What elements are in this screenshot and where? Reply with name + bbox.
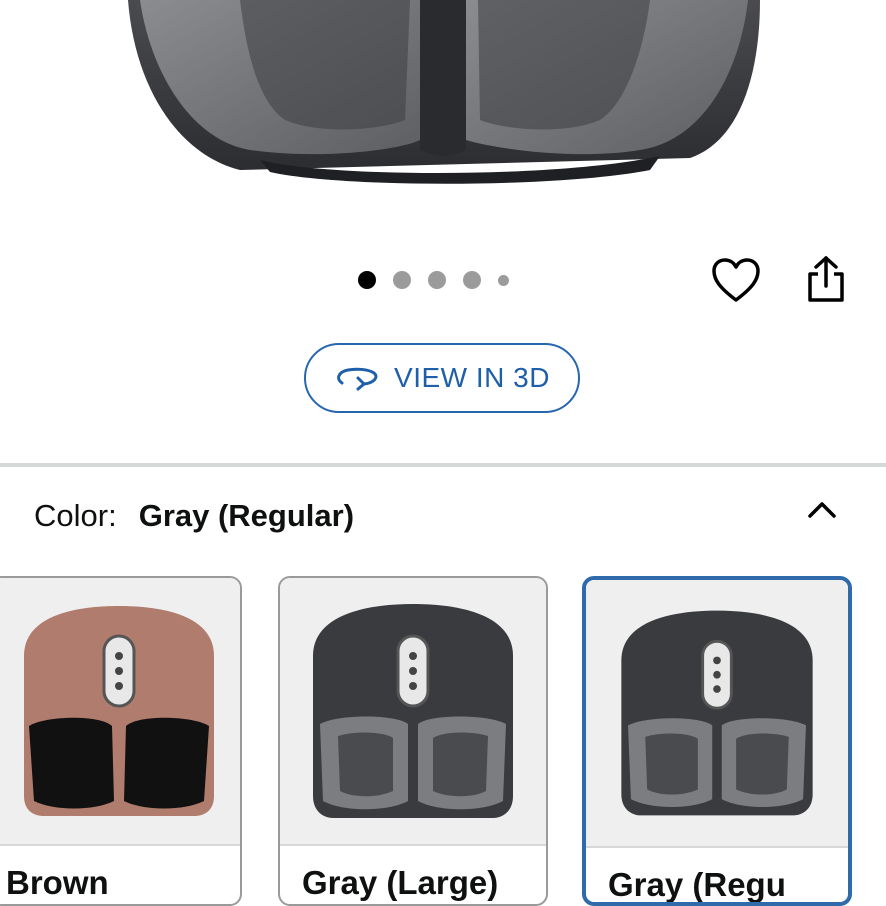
color-option-brown[interactable]: Brown xyxy=(0,576,242,906)
favorite-button[interactable] xyxy=(710,256,762,304)
color-option-image xyxy=(0,578,240,844)
collapse-color-button[interactable] xyxy=(804,494,840,526)
carousel-dot-2[interactable] xyxy=(393,271,411,289)
rotate-3d-icon xyxy=(337,367,378,391)
color-option-name: Gray (Regu xyxy=(608,866,786,903)
gray-regular-massager-image xyxy=(621,610,813,816)
image-carousel-dots[interactable] xyxy=(358,270,509,290)
carousel-dot-5[interactable] xyxy=(498,274,509,286)
view-in-3d-label: VIEW IN 3D xyxy=(394,362,550,393)
heart-icon xyxy=(712,258,760,302)
share-button[interactable] xyxy=(802,254,850,306)
color-selector-header: Color: Gray (Regular) xyxy=(34,498,354,534)
color-option-gray-large[interactable]: Gray (Large) xyxy=(278,576,548,906)
carousel-dot-4[interactable] xyxy=(463,271,481,289)
carousel-dot-1[interactable] xyxy=(358,271,376,289)
color-option-name: Gray (Large) xyxy=(302,864,499,901)
color-option-image xyxy=(586,580,848,846)
view-in-3d-button[interactable]: VIEW IN 3D xyxy=(304,343,580,413)
carousel-dot-3[interactable] xyxy=(428,271,446,289)
color-option-divider xyxy=(0,844,240,846)
color-option-divider xyxy=(586,846,848,848)
foot-massager-image xyxy=(128,0,760,184)
color-option-gray-regular[interactable]: Gray (Regu xyxy=(582,576,852,906)
color-label: Color: xyxy=(34,498,117,533)
color-option-image xyxy=(280,578,546,844)
selected-color-value: Gray (Regular) xyxy=(138,498,355,533)
share-icon xyxy=(808,256,844,302)
section-divider xyxy=(0,463,886,467)
brown-massager-image xyxy=(24,606,214,816)
product-main-image[interactable] xyxy=(0,0,886,250)
color-option-name: Brown xyxy=(6,864,109,901)
gray-large-massager-image xyxy=(313,604,513,818)
color-option-divider xyxy=(280,844,546,846)
chevron-up-icon xyxy=(808,502,836,518)
